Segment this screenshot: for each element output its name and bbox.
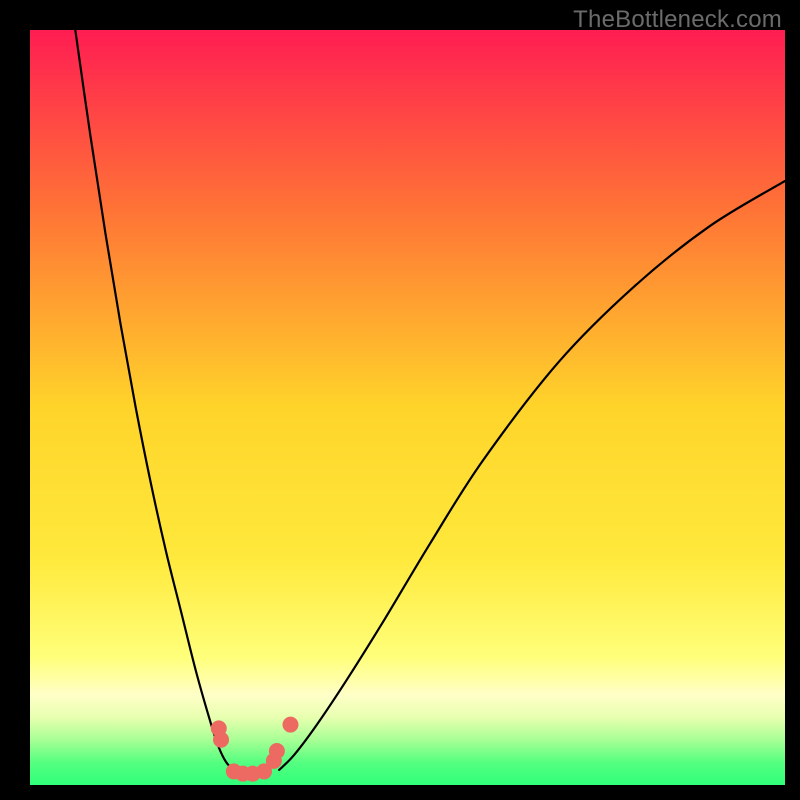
plot-svg [30, 30, 785, 785]
data-marker [269, 743, 285, 759]
chart-frame: TheBottleneck.com [0, 0, 800, 800]
gradient-background [30, 30, 785, 785]
data-marker [282, 717, 298, 733]
plot-area [30, 30, 785, 785]
watermark-text: TheBottleneck.com [573, 6, 782, 34]
data-marker [213, 732, 229, 748]
